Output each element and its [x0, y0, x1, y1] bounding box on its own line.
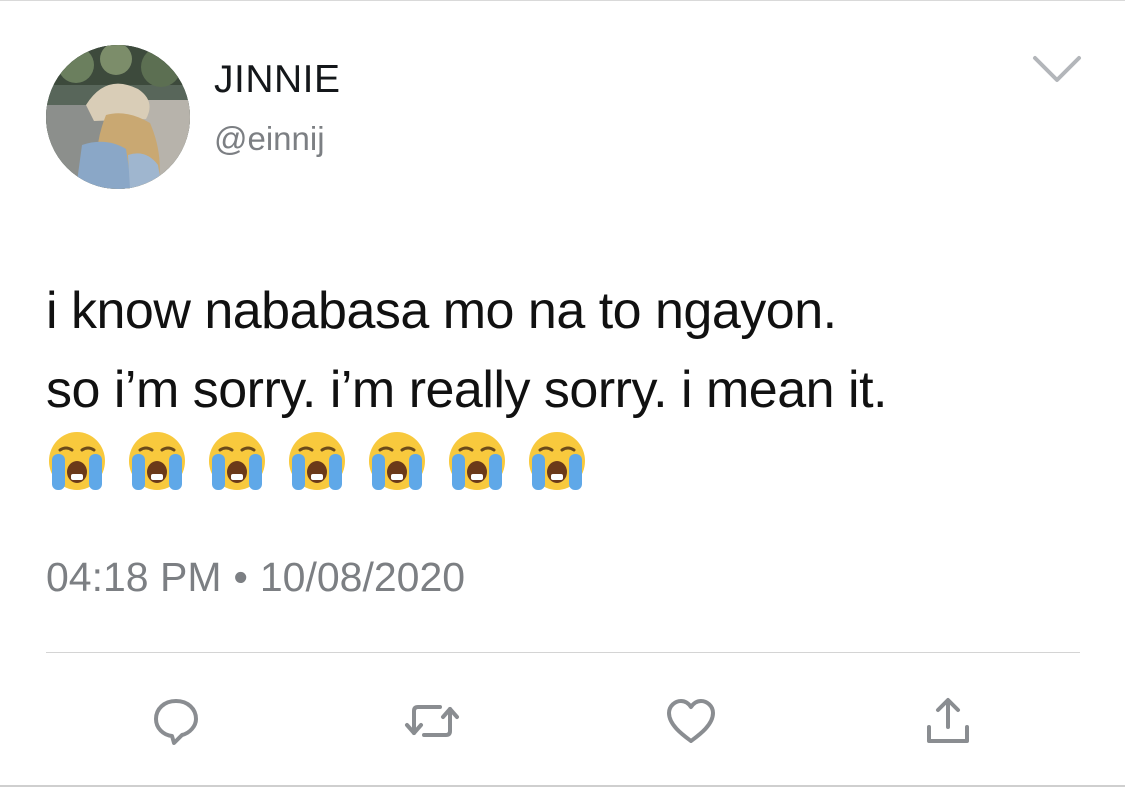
- share-button[interactable]: [920, 693, 976, 749]
- divider: [46, 652, 1080, 653]
- chevron-down-icon[interactable]: [1032, 53, 1082, 85]
- loudly-crying-face-icon: [289, 432, 345, 490]
- retweet-icon: [405, 705, 459, 737]
- loudly-crying-face-icon: [209, 432, 265, 490]
- reply-icon: [154, 699, 198, 745]
- avatar[interactable]: [46, 45, 190, 189]
- loudly-crying-face-icon: [129, 432, 185, 490]
- user-handle[interactable]: @einnij: [214, 120, 325, 158]
- bottom-border: [0, 785, 1125, 787]
- top-border: [0, 0, 1125, 1]
- share-icon: [927, 698, 969, 743]
- tweet-time: 04:18 PM: [46, 554, 222, 600]
- tweet-text-line: so i’m sorry. i’m really sorry. i mean i…: [46, 361, 887, 419]
- heart-icon: [667, 699, 715, 743]
- loudly-crying-face-icon: [49, 432, 105, 490]
- reply-button[interactable]: [148, 693, 204, 749]
- display-name[interactable]: JINNIE: [214, 58, 341, 102]
- tweet-timestamp[interactable]: 04:18 PM • 10/08/2020: [46, 554, 465, 601]
- separator-dot: •: [233, 554, 248, 600]
- loudly-crying-face-icon: [529, 432, 585, 490]
- tweet-date: 10/08/2020: [259, 554, 466, 600]
- loudly-crying-face-icon: [449, 432, 505, 490]
- loudly-crying-face-icon: [369, 432, 425, 490]
- tweet-text: i know nababasa mo na to ngayon. so i’m …: [46, 272, 1096, 430]
- retweet-button[interactable]: [404, 693, 460, 749]
- like-button[interactable]: [663, 693, 719, 749]
- tweet-text-line: i know nababasa mo na to ngayon.: [46, 282, 837, 340]
- emoji-row: [46, 428, 588, 496]
- profile-photo-icon: [46, 45, 190, 189]
